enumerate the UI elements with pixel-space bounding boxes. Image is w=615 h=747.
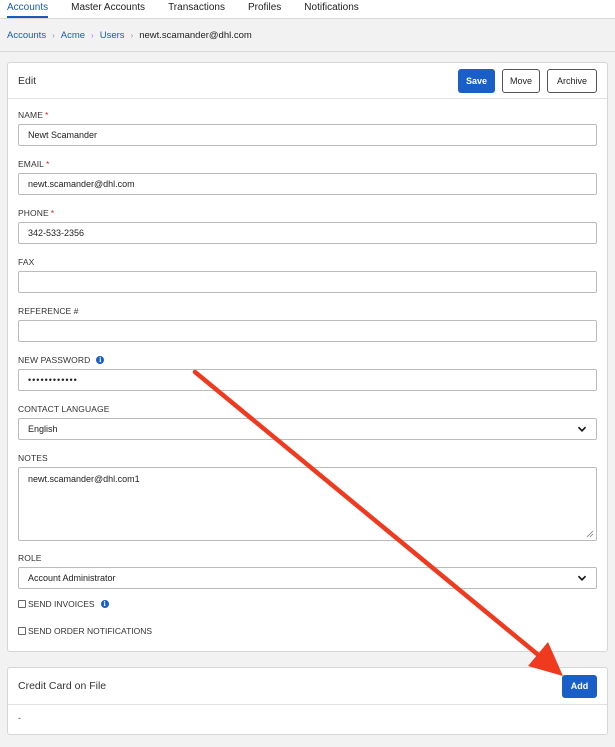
resize-grip-icon[interactable] bbox=[586, 530, 594, 538]
tab-transactions[interactable]: Transactions bbox=[168, 2, 225, 18]
save-button[interactable]: Save bbox=[458, 68, 495, 93]
notes-label: NOTES bbox=[18, 453, 48, 463]
archive-button[interactable]: Archive bbox=[547, 68, 597, 93]
required-mark: * bbox=[46, 159, 50, 169]
edit-panel: Edit Save Move Archive NAME * Newt Scaman… bbox=[7, 62, 608, 652]
tab-accounts[interactable]: Accounts bbox=[7, 2, 49, 18]
fax-label: FAX bbox=[18, 257, 35, 267]
tab-master-accounts[interactable]: Master Accounts bbox=[71, 2, 145, 18]
name-label: NAME * bbox=[18, 109, 597, 121]
breadcrumb-separator-icon: › bbox=[91, 30, 94, 40]
credit-card-panel-header: Credit Card on File Add bbox=[8, 668, 607, 705]
edit-panel-title: Edit bbox=[18, 74, 37, 87]
required-mark: * bbox=[44, 110, 49, 120]
fax-field[interactable] bbox=[18, 271, 597, 293]
send-order-notifications-checkbox[interactable] bbox=[18, 627, 26, 635]
password-group: NEW PASSWORD i •••••••••••• bbox=[18, 354, 597, 391]
email-label-text: EMAIL bbox=[18, 159, 45, 169]
edit-actions: Save Move Archive bbox=[458, 68, 597, 93]
contact-language-value: English bbox=[28, 424, 58, 434]
breadcrumb: Accounts › Acme › Users › newt.scamander… bbox=[0, 19, 615, 52]
send-invoices-checkbox[interactable] bbox=[18, 600, 26, 608]
info-icon[interactable]: i bbox=[100, 600, 109, 608]
email-field[interactable]: newt.scamander@dhl.com bbox=[18, 173, 597, 195]
breadcrumb-users[interactable]: Users bbox=[100, 30, 125, 41]
info-icon[interactable]: i bbox=[96, 356, 105, 364]
role-group: ROLE Account Administrator bbox=[18, 552, 597, 589]
reference-label: REFERENCE # bbox=[18, 306, 79, 316]
send-order-notifications-row[interactable]: SEND ORDER NOTIFICATIONS bbox=[18, 624, 597, 638]
reference-field[interactable] bbox=[18, 320, 597, 342]
breadcrumb-separator-icon: › bbox=[130, 30, 134, 40]
tab-notifications[interactable]: Notifications bbox=[304, 2, 358, 18]
name-group: NAME * Newt Scamander bbox=[18, 109, 597, 146]
phone-field[interactable]: 342-533-2356 bbox=[18, 222, 597, 244]
fax-group: FAX bbox=[18, 256, 597, 293]
send-invoices-label: SEND INVOICES bbox=[28, 599, 95, 609]
name-label-text: NAME bbox=[18, 110, 43, 120]
email-group: EMAIL * newt.scamander@dhl.com bbox=[18, 158, 597, 195]
phone-group: PHONE * 342-533-2356 bbox=[18, 207, 597, 244]
phone-label: PHONE * bbox=[18, 207, 597, 219]
credit-card-panel-title: Credit Card on File bbox=[18, 680, 107, 692]
top-navigation: Accounts Master Accounts Transactions Pr… bbox=[0, 0, 615, 19]
email-label: EMAIL * bbox=[18, 158, 597, 170]
chevron-down-icon bbox=[577, 426, 587, 432]
send-invoices-row[interactable]: SEND INVOICES i bbox=[18, 597, 597, 611]
breadcrumb-separator-icon: › bbox=[52, 30, 55, 40]
chevron-down-icon bbox=[577, 575, 587, 581]
send-order-notifications-label: SEND ORDER NOTIFICATIONS bbox=[28, 626, 153, 636]
add-card-button[interactable]: Add bbox=[562, 674, 597, 698]
notes-group: NOTES newt.scamander@dhl.com1 bbox=[18, 452, 597, 541]
language-label: CONTACT LANGUAGE bbox=[18, 404, 110, 414]
breadcrumb-accounts[interactable]: Accounts bbox=[7, 30, 46, 41]
move-button[interactable]: Move bbox=[502, 68, 540, 93]
language-group: CONTACT LANGUAGE English bbox=[18, 403, 597, 440]
role-select[interactable]: Account Administrator bbox=[18, 567, 597, 589]
role-value: Account Administrator bbox=[28, 573, 116, 583]
reference-group: REFERENCE # bbox=[18, 305, 597, 342]
password-label: NEW PASSWORD i bbox=[18, 354, 597, 366]
tab-profiles[interactable]: Profiles bbox=[248, 2, 281, 18]
required-mark: * bbox=[50, 208, 55, 218]
phone-label-text: PHONE bbox=[18, 208, 49, 218]
password-label-text: NEW PASSWORD bbox=[18, 355, 91, 365]
edit-panel-header: Edit Save Move Archive bbox=[8, 63, 607, 99]
credit-card-panel: Credit Card on File Add - bbox=[7, 667, 608, 735]
notes-value: newt.scamander@dhl.com1 bbox=[28, 474, 140, 484]
breadcrumb-acme[interactable]: Acme bbox=[61, 30, 85, 41]
contact-language-select[interactable]: English bbox=[18, 418, 597, 440]
credit-card-value: - bbox=[18, 713, 21, 723]
user-edit-form: NAME * Newt Scamander EMAIL * newt.scamand… bbox=[8, 99, 607, 638]
password-field[interactable]: •••••••••••• bbox=[18, 369, 597, 391]
role-label: ROLE bbox=[18, 553, 42, 563]
breadcrumb-current: newt.scamander@dhl.com bbox=[139, 29, 252, 41]
name-field[interactable]: Newt Scamander bbox=[18, 124, 597, 146]
notes-textarea[interactable]: newt.scamander@dhl.com1 bbox=[18, 467, 597, 541]
